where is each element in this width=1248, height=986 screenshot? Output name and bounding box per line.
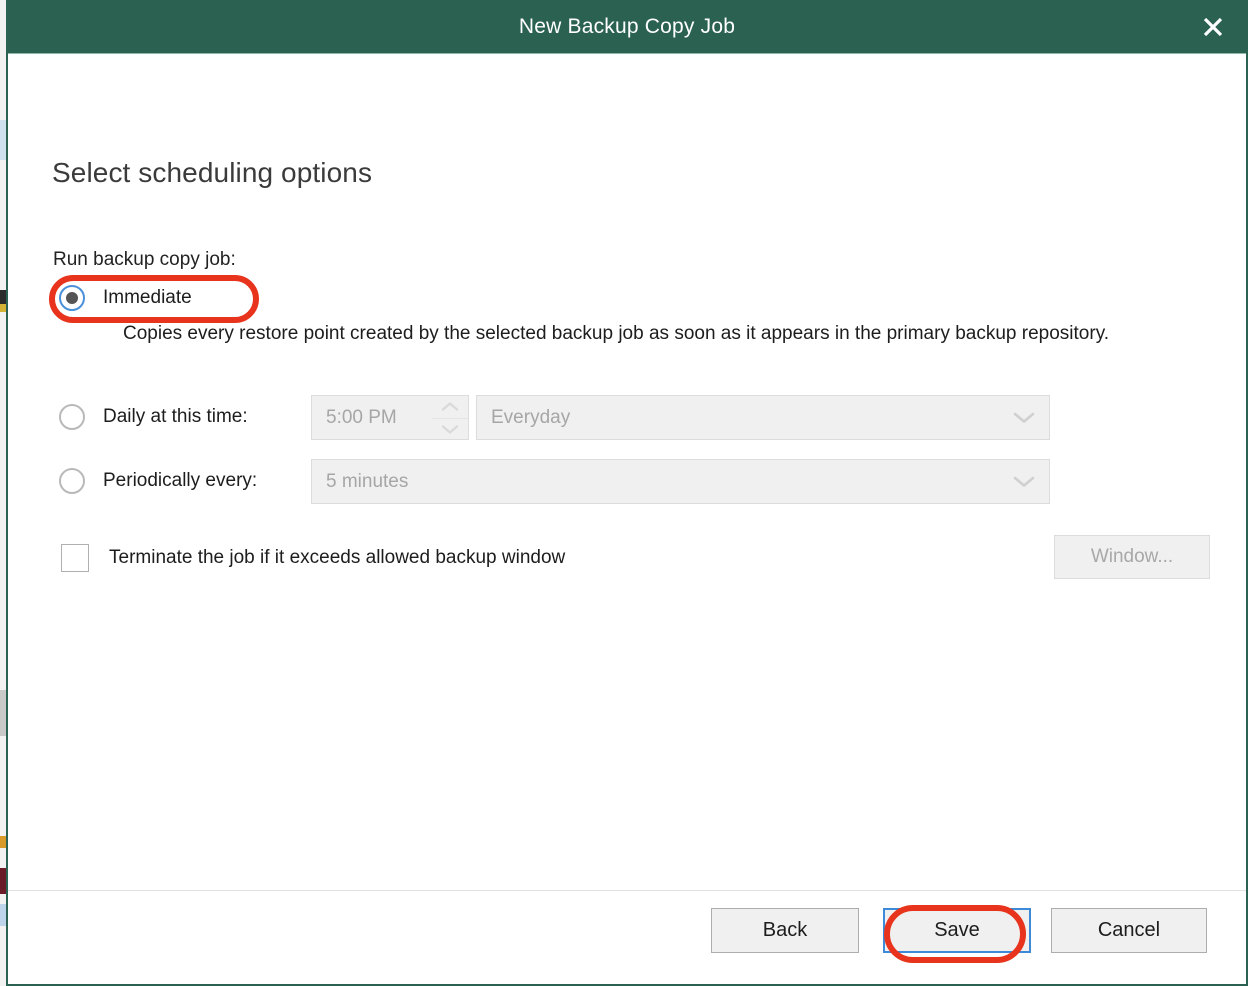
run-backup-copy-job-label: Run backup copy job: xyxy=(53,249,236,270)
cancel-button[interactable]: Cancel xyxy=(1051,908,1207,953)
close-button[interactable] xyxy=(1180,0,1246,53)
chevron-down-icon xyxy=(1013,396,1035,439)
radio-immediate-indicator[interactable] xyxy=(59,285,85,311)
dialog-title: New Backup Copy Job xyxy=(518,14,736,38)
daily-days-value: Everyday xyxy=(491,406,571,428)
dialog-titlebar: New Backup Copy Job xyxy=(8,0,1246,54)
radio-daily-label: Daily at this time: xyxy=(103,406,248,427)
chevron-down-icon xyxy=(1013,460,1035,503)
radio-daily-indicator[interactable] xyxy=(59,404,85,430)
periodic-interval-value: 5 minutes xyxy=(326,470,409,492)
terminate-job-label: Terminate the job if it exceeds allowed … xyxy=(109,547,566,568)
radio-option-periodically[interactable]: Periodically every: xyxy=(59,468,257,494)
daily-time-spinner[interactable]: 5:00 PM xyxy=(311,395,469,440)
radio-periodically-indicator[interactable] xyxy=(59,468,85,494)
radio-option-immediate[interactable]: Immediate xyxy=(59,285,192,311)
save-button[interactable]: Save xyxy=(883,908,1031,953)
terminate-job-checkbox-row[interactable]: Terminate the job if it exceeds allowed … xyxy=(61,544,565,572)
radio-immediate-label: Immediate xyxy=(103,287,192,308)
chevron-up-icon xyxy=(441,396,459,418)
back-button[interactable]: Back xyxy=(711,908,859,953)
periodic-interval-dropdown[interactable]: 5 minutes xyxy=(311,459,1050,504)
backup-window-button[interactable]: Window... xyxy=(1054,535,1210,579)
page-title: Select scheduling options xyxy=(52,157,373,188)
new-backup-copy-job-dialog: New Backup Copy Job Select scheduling op… xyxy=(6,0,1248,986)
radio-option-daily[interactable]: Daily at this time: xyxy=(59,404,248,430)
spinner-up-button[interactable] xyxy=(432,396,468,419)
immediate-description: Copies every restore point created by th… xyxy=(123,323,1110,344)
dialog-body: Select scheduling options Run backup cop… xyxy=(8,54,1246,984)
close-x-icon xyxy=(1201,15,1225,39)
daily-days-dropdown[interactable]: Everyday xyxy=(476,395,1050,440)
spinner-buttons[interactable] xyxy=(432,396,468,439)
radio-periodically-label: Periodically every: xyxy=(103,470,258,491)
spinner-down-button[interactable] xyxy=(432,419,468,441)
daily-time-value: 5:00 PM xyxy=(326,406,397,428)
dialog-footer: Back Save Cancel xyxy=(8,890,1246,984)
chevron-down-icon xyxy=(441,419,459,441)
terminate-job-checkbox[interactable] xyxy=(61,544,89,572)
